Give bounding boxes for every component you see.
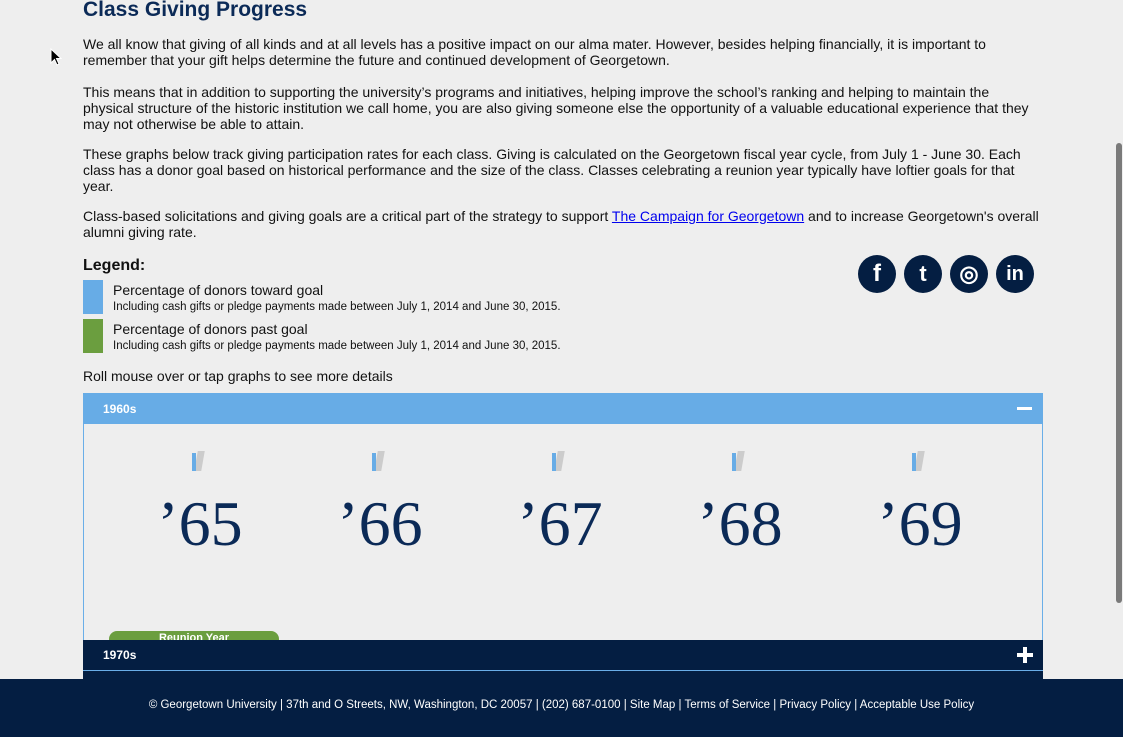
intro-paragraph-3: These graphs below track giving particip… [83, 146, 1021, 194]
facebook-icon[interactable]: f [858, 255, 896, 293]
legend-label: Percentage of donors toward goal [113, 282, 324, 298]
class-bar [732, 451, 745, 471]
expand-icon[interactable] [1017, 647, 1033, 663]
scrollbar[interactable] [1115, 0, 1123, 737]
legend-item-past-goal: Percentage of donors past goal Including… [83, 319, 683, 353]
legend-title: Legend: [83, 257, 146, 274]
class-year-label: ’67 [517, 488, 603, 559]
decade-label: 1960s [103, 402, 137, 416]
legend-swatch-green [83, 319, 103, 353]
footer-text: © Georgetown University | 37th and O Str… [148, 699, 975, 711]
class-year-label: ’69 [877, 488, 963, 559]
site-footer: © Georgetown University | 37th and O Str… [0, 679, 1123, 737]
class-graph-68[interactable]: ’68 [680, 424, 800, 564]
scrollbar-thumb[interactable] [1116, 143, 1122, 603]
campaign-link[interactable]: The Campaign for Georgetown [612, 208, 804, 224]
class-bar [192, 451, 205, 471]
decade-panel-1960s: ’65 ’66 ’67 ’68 ’69 Reunion Year [83, 393, 1043, 641]
legend-swatch-blue [83, 280, 103, 314]
class-bar [372, 451, 385, 471]
class-graph-66[interactable]: ’66 [320, 424, 440, 564]
intro-paragraph-1: We all know that giving of all kinds and… [83, 36, 986, 68]
decade-divider [83, 671, 1043, 679]
linkedin-icon[interactable]: in [996, 255, 1034, 293]
cursor-icon [50, 48, 62, 66]
class-year-label: ’66 [337, 488, 423, 559]
decade-label: 1970s [103, 648, 137, 662]
collapse-icon[interactable] [1017, 407, 1032, 410]
legend-sublabel: Including cash gifts or pledge payments … [113, 301, 561, 313]
page-title: Class Giving Progress [83, 0, 308, 21]
campaign-text-before: Class-based solicitations and giving goa… [83, 208, 612, 224]
instagram-icon[interactable]: ◎ [950, 255, 988, 293]
class-year-label: ’65 [157, 488, 243, 559]
decade-header-1960s[interactable]: 1960s [83, 393, 1043, 424]
class-graph-65[interactable]: ’65 [140, 424, 260, 564]
decade-header-1970s[interactable]: 1970s [83, 640, 1043, 671]
rollover-hint: Roll mouse over or tap graphs to see mor… [83, 368, 393, 384]
class-bar [912, 451, 925, 471]
legend-item-toward-goal: Percentage of donors toward goal Includi… [83, 280, 683, 314]
legend-sublabel: Including cash gifts or pledge payments … [113, 340, 561, 352]
legend-label: Percentage of donors past goal [113, 321, 308, 337]
class-year-label: ’68 [697, 488, 783, 559]
class-bar [552, 451, 565, 471]
twitter-icon[interactable]: t [904, 255, 942, 293]
class-graph-67[interactable]: ’67 [500, 424, 620, 564]
intro-paragraph-2: This means that in addition to supportin… [83, 84, 1029, 132]
campaign-paragraph: Class-based solicitations and giving goa… [83, 208, 1043, 240]
class-graph-69[interactable]: ’69 [860, 424, 980, 564]
